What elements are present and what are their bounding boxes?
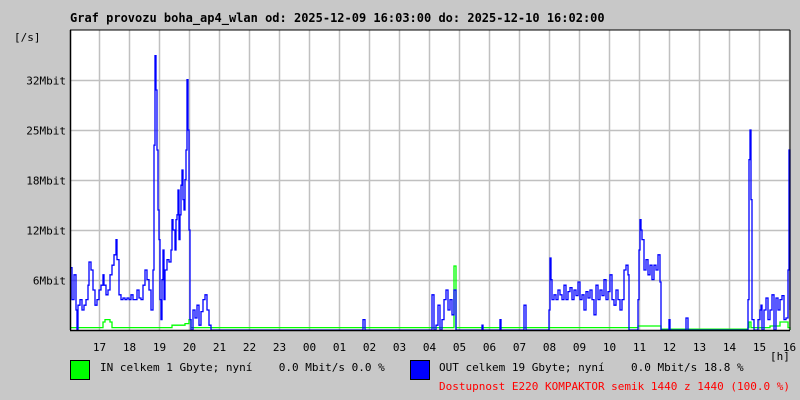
y-tick-label: 18Mbit (26, 175, 66, 188)
x-tick-label: 00 (303, 341, 316, 354)
x-tick-label: 09 (573, 341, 586, 354)
y-tick-label: 6Mbit (33, 275, 66, 288)
x-tick-label: 08 (543, 341, 556, 354)
x-tick-label: 23 (273, 341, 286, 354)
x-tick-label: 07 (513, 341, 526, 354)
out-legend-swatch (410, 360, 430, 380)
x-tick-label: 01 (333, 341, 346, 354)
availability-text: Dostupnost E220 KOMPAKTOR semik 1440 z 1… (439, 380, 790, 393)
x-tick-label: 17 (93, 341, 106, 354)
y-tick-label: 12Mbit (26, 225, 66, 238)
x-tick-label: 20 (183, 341, 196, 354)
x-tick-label: 15 (753, 341, 766, 354)
x-tick-label: 06 (483, 341, 496, 354)
x-tick-label: 02 (363, 341, 376, 354)
x-tick-label: 21 (213, 341, 226, 354)
x-tick-label: 14 (723, 341, 737, 354)
x-tick-label: 12 (663, 341, 676, 354)
x-tick-label: 16 (783, 341, 796, 354)
x-tick-label: 05 (453, 341, 466, 354)
in-legend-swatch (70, 360, 90, 380)
x-tick-label: 19 (153, 341, 166, 354)
in-legend-text: IN celkem 1 Gbyte; nyní 0.0 Mbit/s 0.0 % (100, 361, 385, 374)
y-tick-label: 32Mbit (26, 75, 66, 88)
x-tick-label: 13 (693, 341, 706, 354)
x-tick-label: 04 (423, 341, 437, 354)
x-tick-label: 11 (633, 341, 646, 354)
y-tick-label: 25Mbit (26, 125, 66, 138)
x-tick-label: 22 (243, 341, 256, 354)
x-tick-label: 18 (123, 341, 136, 354)
out-legend-text: OUT celkem 19 Gbyte; nyní 0.0 Mbit/s 18.… (439, 361, 744, 374)
traffic-chart: 17 18 19 20 21 22 23 00 01 02 03 04 05 06 07 08 09 10 11 12… (26, 29, 796, 354)
x-tick-label: 10 (603, 341, 616, 354)
x-tick-label: 03 (393, 341, 406, 354)
